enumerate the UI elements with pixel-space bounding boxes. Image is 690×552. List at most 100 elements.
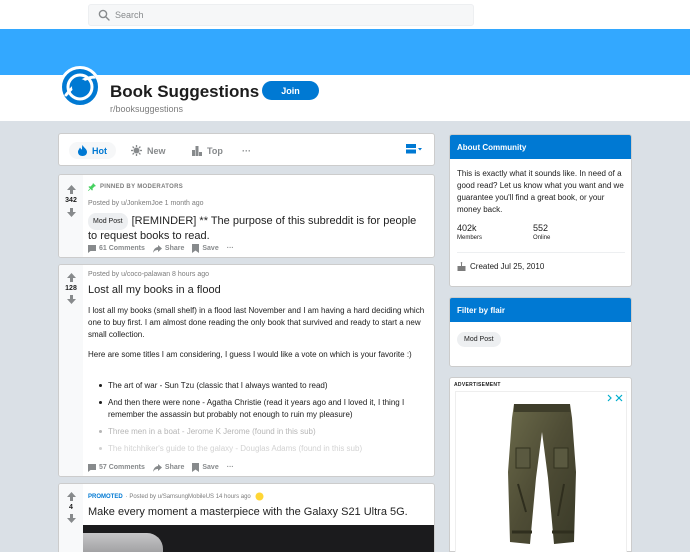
- vote-column: 4: [59, 484, 83, 552]
- pin-icon: [88, 183, 96, 191]
- created-date: Created Jul 25, 2010: [457, 262, 544, 271]
- promoted-image[interactable]: [83, 525, 434, 552]
- promoted-meta: PROMOTED · Posted by u/SamsungMobileUS 1…: [88, 492, 264, 501]
- flame-icon: [78, 145, 87, 156]
- post-card-promoted[interactable]: 4 PROMOTED · Posted by u/SamsungMobileUS…: [58, 483, 435, 552]
- comments-button[interactable]: 57 Comments: [88, 463, 145, 472]
- post-body-list: The art of war - Sun Tzu (classic that I…: [99, 380, 429, 460]
- bookmark-icon: [192, 244, 200, 253]
- save-label: Save: [202, 245, 219, 252]
- share-icon: [152, 463, 162, 472]
- post-more-button[interactable]: ···: [227, 245, 234, 252]
- post-title[interactable]: Lost all my books in a flood: [88, 284, 221, 297]
- cargo-pants-image: [508, 404, 576, 544]
- vote-count: 342: [65, 197, 77, 204]
- downvote-icon[interactable]: [67, 208, 76, 217]
- about-heading: About Community: [450, 135, 631, 159]
- share-icon: [152, 244, 162, 253]
- post-title[interactable]: Make every moment a masterpiece with the…: [88, 506, 408, 519]
- members-label: Members: [457, 235, 483, 241]
- comments-label: 61 Comments: [99, 245, 145, 252]
- list-item: The art of war - Sun Tzu (classic that I…: [99, 380, 429, 392]
- share-button[interactable]: Share: [152, 463, 185, 472]
- post-body: I lost all my books (small shelf) in a f…: [88, 305, 428, 369]
- post-meta[interactable]: Posted by u/JonkemJoe 1 month ago: [88, 200, 204, 207]
- vote-count: 4: [69, 504, 73, 511]
- upvote-icon[interactable]: [67, 273, 76, 282]
- subreddit-name: r/booksuggestions: [110, 104, 184, 114]
- online-label: Online: [533, 235, 551, 241]
- sort-more-button[interactable]: ···: [242, 142, 251, 159]
- save-label: Save: [202, 464, 219, 471]
- card-view-icon: [406, 144, 422, 154]
- post-meta[interactable]: Posted by u/coco-palawan 8 hours ago: [88, 271, 209, 278]
- comments-button[interactable]: 61 Comments: [88, 244, 145, 253]
- cake-icon: [457, 262, 466, 271]
- pinned-text: PINNED BY MODERATORS: [100, 184, 184, 190]
- top-bar: Search: [0, 0, 690, 29]
- post-title-text[interactable]: [REMINDER] ** The purpose of this subred…: [88, 215, 416, 242]
- post-body-paragraph: I lost all my books (small shelf) in a f…: [88, 306, 425, 339]
- list-item: The hitchhiker's guide to the galaxy - D…: [99, 443, 429, 455]
- post-more-button[interactable]: ···: [227, 464, 234, 471]
- sort-hot-button[interactable]: Hot: [69, 142, 116, 159]
- members-stat: 402k Members: [457, 223, 482, 241]
- ad-image[interactable]: [455, 391, 627, 552]
- sort-new-button[interactable]: New: [131, 142, 166, 159]
- subreddit-header: [0, 75, 690, 121]
- join-button[interactable]: Join: [262, 81, 319, 100]
- subreddit-title: Book Suggestions: [110, 82, 260, 101]
- save-button[interactable]: Save: [192, 244, 219, 253]
- sort-top-button[interactable]: Top: [192, 142, 223, 159]
- downvote-icon[interactable]: [67, 514, 76, 523]
- subreddit-banner: [0, 29, 690, 75]
- bar-chart-icon: [192, 145, 202, 156]
- downvote-icon[interactable]: [67, 295, 76, 304]
- sort-new-label: New: [147, 145, 166, 156]
- award-icon: [255, 492, 264, 501]
- online-stat: 552 Online: [533, 223, 550, 241]
- save-button[interactable]: Save: [192, 463, 219, 472]
- post-body-paragraph: Here are some titles I am considering, I…: [88, 350, 412, 359]
- ad-info-icon: [607, 394, 612, 402]
- search-icon: [98, 9, 110, 21]
- share-label: Share: [164, 464, 185, 471]
- post-meta[interactable]: · Posted by u/SamsungMobileUS 14 hours a…: [126, 494, 251, 500]
- ad-choices-icon[interactable]: [607, 394, 623, 402]
- close-icon: [615, 394, 623, 402]
- flair-chip[interactable]: Mod Post: [457, 332, 501, 347]
- sort-bar: Hot New Top ···: [58, 133, 435, 166]
- search-bar[interactable]: Search: [88, 4, 474, 26]
- flair-heading: Filter by flair: [450, 298, 631, 322]
- post-flair[interactable]: Mod Post: [88, 213, 128, 230]
- share-button[interactable]: Share: [152, 244, 185, 253]
- list-item: Three men in a boat - Jerome K Jerome (f…: [99, 426, 429, 438]
- upvote-icon[interactable]: [67, 185, 76, 194]
- post-actions: 61 Comments Share Save ···: [88, 244, 242, 253]
- about-community-card: About Community This is exactly what it …: [449, 134, 632, 287]
- share-label: Share: [164, 245, 185, 252]
- comments-label: 57 Comments: [99, 464, 145, 471]
- pinned-label: PINNED BY MODERATORS: [88, 183, 183, 191]
- list-item: And then there were none - Agatha Christ…: [99, 397, 429, 421]
- members-value: 402k: [457, 223, 477, 233]
- subreddit-icon: [59, 66, 101, 108]
- vote-column: 342: [59, 175, 83, 257]
- divider: [457, 252, 625, 253]
- comment-icon: [88, 463, 96, 472]
- post-card-pinned[interactable]: 342 PINNED BY MODERATORS Posted by u/Jon…: [58, 174, 435, 258]
- upvote-icon[interactable]: [67, 492, 76, 501]
- ad-label: ADVERTISEMENT: [454, 382, 501, 388]
- post-title[interactable]: Mod Post [REMINDER] ** The purpose of thi…: [88, 213, 428, 243]
- search-input[interactable]: Search: [115, 10, 144, 20]
- planet-icon: [64, 73, 98, 101]
- sort-hot-label: Hot: [92, 145, 107, 156]
- sparkle-icon: [131, 145, 142, 156]
- filter-by-flair-card: Filter by flair Mod Post: [449, 297, 632, 367]
- promoted-label: PROMOTED: [88, 493, 123, 500]
- vote-column: 128: [59, 265, 83, 476]
- comment-icon: [88, 244, 96, 253]
- post-card[interactable]: 128 Posted by u/coco-palawan 8 hours ago…: [58, 264, 435, 477]
- view-toggle[interactable]: [406, 144, 422, 154]
- about-description: This is exactly what it sounds like. In …: [457, 169, 624, 214]
